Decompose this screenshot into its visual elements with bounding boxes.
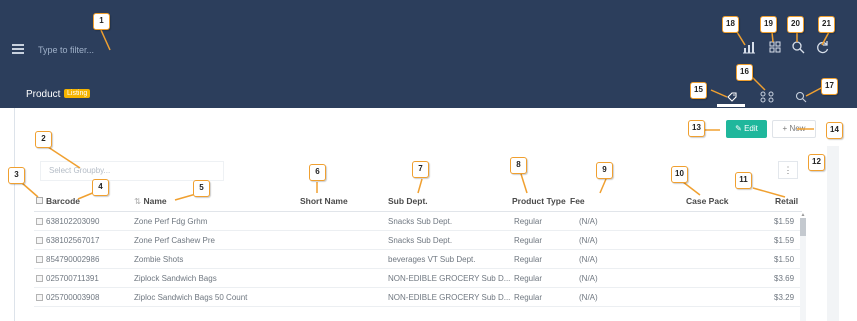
scrollbar-thumb[interactable] [800, 218, 806, 236]
cell-product-type: Regular [514, 236, 543, 245]
status-badge: Listing [64, 89, 91, 98]
pencil-icon: ✎ [735, 124, 742, 133]
column-case-pack[interactable]: Case Pack [686, 196, 729, 206]
cell-name: Ziploc Sandwich Bags 50 Count [134, 293, 248, 302]
column-name-label: Name [143, 196, 167, 206]
cell-barcode: 025700711391 [46, 274, 99, 283]
callout-1: 1 [93, 13, 110, 30]
table-row[interactable]: 025700711391 Ziplock Sandwich Bags NON-E… [34, 269, 802, 288]
callout-11: 11 [735, 172, 752, 189]
edit-button-label: Edit [744, 124, 758, 133]
callout-17: 17 [821, 78, 838, 95]
cell-retail: $1.50 [774, 255, 795, 264]
groupby-select[interactable]: Select Groupby... [40, 161, 224, 181]
page-title: Product [26, 89, 61, 100]
callout-19: 19 [760, 16, 777, 33]
cell-fee: (N/A) [579, 236, 598, 245]
cell-sub-dept: NON-EDIBLE GROCERY Sub D... [388, 274, 511, 283]
cell-product-type: Regular [514, 255, 543, 264]
callout-7: 7 [412, 161, 429, 178]
column-name[interactable]: ⇅ Name [134, 196, 167, 207]
tag-icon[interactable] [726, 91, 738, 103]
table-row[interactable]: 025700003908 Ziploc Sandwich Bags 50 Cou… [34, 288, 802, 307]
active-tab-indicator [717, 104, 745, 107]
column-short-name[interactable]: Short Name [300, 196, 348, 206]
edit-button[interactable]: ✎ Edit [726, 120, 767, 138]
cell-fee: (N/A) [579, 274, 598, 283]
search-icon[interactable] [791, 40, 805, 54]
callout-13: 13 [688, 120, 705, 137]
callout-14: 14 [826, 122, 843, 139]
cell-sub-dept: Snacks Sub Dept. [388, 236, 453, 245]
cell-fee: (N/A) [579, 255, 598, 264]
callout-12: 12 [808, 154, 825, 171]
callout-16: 16 [736, 64, 753, 81]
row-checkbox[interactable] [36, 275, 43, 282]
cell-sub-dept: Snacks Sub Dept. [388, 217, 453, 226]
refresh-icon[interactable] [816, 40, 830, 54]
cell-retail: $3.29 [774, 293, 795, 302]
cell-name: Ziplock Sandwich Bags [134, 274, 217, 283]
callout-6: 6 [309, 164, 326, 181]
callout-5: 5 [193, 180, 210, 197]
side-scroll-area [827, 146, 839, 321]
column-barcode[interactable]: Barcode [46, 196, 80, 206]
callout-8: 8 [510, 157, 527, 174]
cell-barcode: 854790002986 [46, 255, 100, 264]
cell-name: Zone Perf Fdg Grhm [134, 217, 208, 226]
cell-name: Zombie Shots [134, 255, 184, 264]
row-checkbox[interactable] [36, 256, 43, 263]
filter-input[interactable]: Type to filter... [38, 45, 94, 55]
cell-retail: $3.69 [774, 274, 795, 283]
cell-product-type: Regular [514, 274, 543, 283]
table-row[interactable]: 638102203090 Zone Perf Fdg Grhm Snacks S… [34, 212, 802, 231]
row-checkbox[interactable] [36, 294, 43, 301]
grid-icon[interactable] [768, 40, 782, 54]
sort-icon: ⇅ [134, 196, 142, 206]
cell-retail: $1.59 [774, 217, 795, 226]
cell-sub-dept: NON-EDIBLE GROCERY Sub D... [388, 293, 511, 302]
cell-retail: $1.59 [774, 236, 795, 245]
cell-barcode: 638102203090 [46, 217, 100, 226]
callout-3: 3 [8, 167, 25, 184]
chart-icon[interactable] [742, 40, 756, 54]
column-product-type[interactable]: Product Type [512, 196, 566, 206]
cell-barcode: 638102567017 [46, 236, 100, 245]
cell-product-type: Regular [514, 293, 543, 302]
row-checkbox[interactable] [36, 218, 43, 225]
column-retail[interactable]: Retail [775, 196, 798, 206]
column-menu-button[interactable]: ⋮ [778, 161, 798, 179]
menu-icon[interactable] [12, 44, 24, 54]
row-checkbox[interactable] [36, 237, 43, 244]
callout-4: 4 [92, 179, 109, 196]
callout-2: 2 [35, 131, 52, 148]
table-header: Barcode ⇅ Name Short Name Sub Dept. Prod… [34, 192, 802, 212]
column-fee[interactable]: Fee [570, 196, 585, 206]
callout-10: 10 [671, 166, 688, 183]
cell-fee: (N/A) [579, 293, 598, 302]
new-button[interactable]: + New [772, 120, 816, 138]
callout-9: 9 [596, 162, 613, 179]
callout-21: 21 [818, 16, 835, 33]
column-sub-dept[interactable]: Sub Dept. [388, 196, 428, 206]
relations-icon[interactable] [760, 91, 774, 103]
cell-product-type: Regular [514, 217, 543, 226]
cell-name: Zone Perf Cashew Pre [134, 236, 215, 245]
cell-barcode: 025700003908 [46, 293, 100, 302]
table-row[interactable]: 638102567017 Zone Perf Cashew Pre Snacks… [34, 231, 802, 250]
cell-sub-dept: beverages VT Sub Dept. [388, 255, 476, 264]
zoom-icon[interactable] [795, 91, 807, 103]
callout-15: 15 [690, 82, 707, 99]
cell-fee: (N/A) [579, 217, 598, 226]
callout-18: 18 [722, 16, 739, 33]
callout-20: 20 [787, 16, 804, 33]
select-all-checkbox[interactable] [36, 197, 43, 204]
scroll-up-icon[interactable]: ▲ [800, 212, 806, 218]
table-row[interactable]: 854790002986 Zombie Shots beverages VT S… [34, 250, 802, 269]
